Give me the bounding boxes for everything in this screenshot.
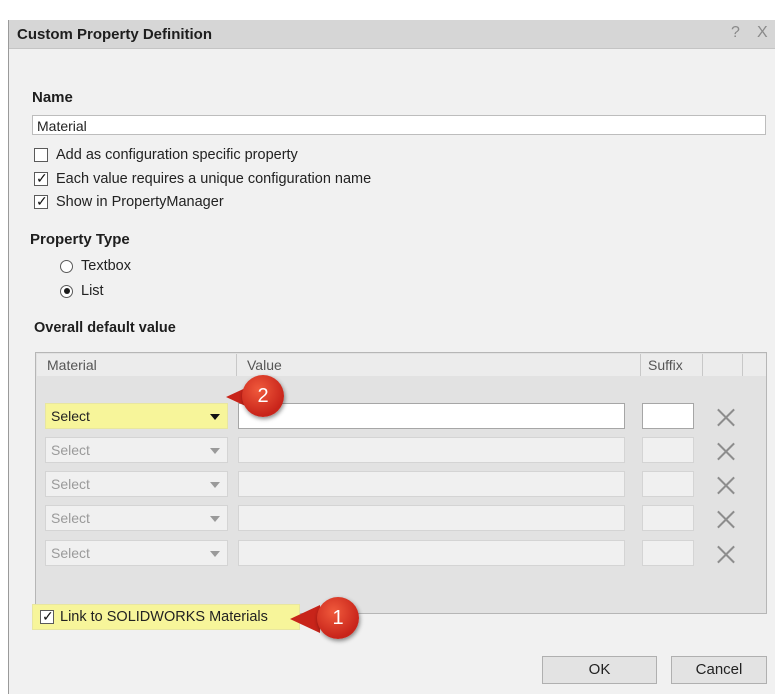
dropdown-arrow-icon: [210, 482, 220, 488]
dropdown-arrow-icon: [210, 551, 220, 557]
name-label: Name: [32, 89, 73, 106]
value-input-row-4[interactable]: [238, 505, 625, 531]
material-select-row-2[interactable]: Select: [45, 437, 228, 463]
column-header-material: Material: [37, 354, 236, 376]
suffix-input-row-3[interactable]: [642, 471, 694, 497]
title-bar: Custom Property Definition ? X: [9, 20, 775, 49]
delete-row-icon[interactable]: [715, 440, 737, 462]
unique-config-name-checkbox[interactable]: ✓: [34, 170, 48, 186]
list-option[interactable]: List: [60, 282, 104, 300]
column-header-end: [742, 354, 766, 376]
material-select-row-1[interactable]: Select: [45, 403, 228, 429]
config-specific-checkbox[interactable]: [34, 148, 48, 162]
radio-selected-dot: [63, 288, 70, 294]
list-label: List: [81, 283, 104, 299]
material-select-value: Select: [51, 545, 90, 561]
textbox-radio[interactable]: [60, 259, 73, 273]
default-value-grid: Material Value Suffix Select Select Sele…: [35, 352, 767, 614]
unique-config-name-label: Each value requires a unique configurati…: [56, 171, 372, 187]
suffix-input-row-1[interactable]: [642, 403, 694, 429]
show-in-propertymanager-label: Show in PropertyManager: [56, 194, 224, 210]
name-input[interactable]: Material: [32, 115, 766, 135]
material-select-row-4[interactable]: Select: [45, 505, 228, 531]
column-header-action: [702, 354, 742, 376]
suffix-input-row-2[interactable]: [642, 437, 694, 463]
checkmark-icon: ✓: [42, 608, 54, 624]
value-input-row-1[interactable]: [238, 403, 625, 429]
textbox-label: Textbox: [81, 258, 131, 274]
link-materials-checkbox[interactable]: ✓: [40, 608, 54, 624]
material-select-value: Select: [51, 408, 90, 424]
ok-button[interactable]: OK: [542, 656, 657, 684]
cancel-button[interactable]: Cancel: [671, 656, 767, 684]
link-solidworks-materials-option[interactable]: ✓ Link to SOLIDWORKS Materials: [32, 604, 300, 630]
textbox-option[interactable]: Textbox: [60, 257, 131, 275]
dropdown-arrow-icon: [210, 448, 220, 454]
overall-default-value-label: Overall default value: [34, 320, 176, 336]
callout-badge-1: 1: [317, 597, 359, 639]
material-select-value: Select: [51, 476, 90, 492]
config-specific-option[interactable]: Add as configuration specific property: [34, 146, 298, 164]
help-icon[interactable]: ?: [731, 24, 740, 42]
config-specific-label: Add as configuration specific property: [56, 147, 298, 163]
material-select-row-5[interactable]: Select: [45, 540, 228, 566]
suffix-input-row-5[interactable]: [642, 540, 694, 566]
list-radio[interactable]: [60, 284, 73, 298]
checkmark-icon: ✓: [36, 193, 48, 209]
link-materials-label: Link to SOLIDWORKS Materials: [60, 609, 268, 625]
show-in-propertymanager-checkbox[interactable]: ✓: [34, 193, 48, 209]
column-header-suffix: Suffix: [640, 354, 702, 376]
value-input-row-5[interactable]: [238, 540, 625, 566]
delete-row-icon[interactable]: [715, 406, 737, 428]
delete-row-icon[interactable]: [715, 543, 737, 565]
show-in-propertymanager-option[interactable]: ✓ Show in PropertyManager: [34, 193, 224, 211]
material-select-row-3[interactable]: Select: [45, 471, 228, 497]
dropdown-arrow-icon: [210, 516, 220, 522]
callout-badge-2: 2: [242, 375, 284, 417]
checkmark-icon: ✓: [36, 170, 48, 186]
material-select-value: Select: [51, 442, 90, 458]
dropdown-arrow-icon: [210, 414, 220, 420]
value-input-row-3[interactable]: [238, 471, 625, 497]
unique-config-name-option[interactable]: ✓ Each value requires a unique configura…: [34, 170, 371, 188]
value-input-row-2[interactable]: [238, 437, 625, 463]
column-header-value: Value: [236, 354, 640, 376]
custom-property-dialog: Custom Property Definition ? X Name Mate…: [8, 20, 775, 694]
dialog-title: Custom Property Definition: [17, 26, 213, 43]
property-type-label: Property Type: [30, 231, 130, 248]
delete-row-icon[interactable]: [715, 474, 737, 496]
delete-row-icon[interactable]: [715, 508, 737, 530]
material-select-value: Select: [51, 510, 90, 526]
close-icon[interactable]: X: [757, 24, 768, 42]
suffix-input-row-4[interactable]: [642, 505, 694, 531]
